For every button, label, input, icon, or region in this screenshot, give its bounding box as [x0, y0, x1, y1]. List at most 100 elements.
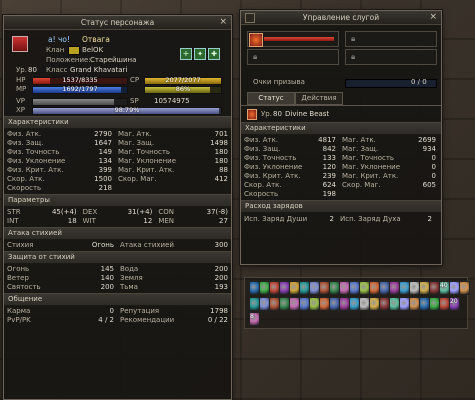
buff-icon[interactable]: 20: [449, 297, 460, 311]
param-value: 18: [67, 217, 77, 225]
stat-row: Скорость 218: [4, 184, 231, 193]
buff-badge: 40: [440, 282, 448, 289]
stat-label: Святость: [7, 283, 41, 291]
character-status-titlebar[interactable]: Статус персонажа ×: [4, 16, 231, 30]
class-label: Класс: [46, 66, 68, 74]
stat-label: Маг. Крит. Атк.: [118, 166, 175, 174]
attack-element-value: Огонь: [91, 241, 114, 249]
spirit-charge-label: Исп. Заряд Духа: [340, 215, 401, 223]
stat-row: Физ. Крит. Атк. 239 Маг. Крит. Атк. 0: [241, 172, 441, 181]
gear-icon[interactable]: ✦: [194, 48, 206, 60]
stat-value: [180, 184, 228, 193]
stat-row: Физ. Защ. 1647 Маг. Защ. 1498: [4, 139, 231, 148]
stat-label: Маг. Защ.: [118, 139, 155, 147]
servitor-slot-3[interactable]: 🔒︎: [247, 49, 339, 65]
params-table: STR 45(+4) DEX 31(+4) CON 37(-8) INT 18 WIT 12 MEN…: [4, 207, 231, 227]
attack-power-label: Атака стихией: [120, 241, 174, 249]
defense-table: Огонь 145 Вода 200 Ветер 140 Земля 200 Святость 2…: [4, 264, 231, 293]
servitor-tabs: Статус Действия: [241, 89, 441, 106]
soul-charge-value: 2: [329, 215, 334, 223]
tab-status[interactable]: Статус: [247, 92, 295, 105]
stat-label: Физ. Крит. Атк.: [7, 166, 64, 174]
stat-label: Скор. Маг.: [342, 181, 381, 189]
close-icon[interactable]: ×: [219, 16, 227, 29]
stat-label: Ветер: [7, 274, 29, 282]
buff-icon[interactable]: [459, 281, 470, 295]
window-title: Статус персонажа: [80, 18, 155, 27]
param-label: WIT: [82, 217, 96, 225]
stat-label: Физ. Точность: [244, 154, 297, 162]
stat-label: Физ. Точность: [7, 148, 60, 156]
stat-value: 934: [422, 145, 436, 153]
param-value: 37(-8): [206, 208, 228, 216]
lock-icon: 🔒︎: [351, 34, 356, 43]
stat-value: 0: [109, 307, 114, 315]
minimize-icon[interactable]: [245, 13, 255, 23]
stat-value: [406, 190, 436, 199]
hp-bar: 1537/8335: [32, 76, 128, 85]
stat-value: 2699: [418, 136, 436, 144]
stat-label: Маг. Уклонение: [342, 163, 401, 171]
plus-button[interactable]: +: [180, 48, 192, 60]
param-label: STR: [7, 208, 21, 216]
stat-value: 2790: [94, 130, 112, 138]
param-value: 12: [143, 217, 153, 225]
stat-row: Скор. Атк. 1500 Скор. Маг. 412: [4, 175, 231, 184]
buff-bar: 40 20 8: [244, 277, 470, 329]
stat-label: Скор. Маг.: [118, 175, 157, 183]
hp-label: HP: [16, 76, 26, 84]
stats-section-title: Характеристики: [4, 116, 231, 129]
param-row: STR 45(+4) DEX 31(+4) CON 37(-8): [4, 208, 231, 217]
stat-value: 180: [214, 157, 228, 165]
stat-row: PvP/PK 4 / 2 Рекомендации 0 / 22: [4, 316, 231, 325]
stat-value: 1647: [94, 139, 112, 147]
hero-icon[interactable]: ✚: [208, 48, 220, 60]
stat-value: 133: [322, 154, 336, 162]
stat-row: Скорость 198: [241, 190, 441, 199]
mp-bar: 1692/1797: [32, 85, 128, 94]
cp-value: 2077/2077: [165, 76, 201, 84]
stat-row: Физ. Точность 133 Маг. Точность 0: [241, 154, 441, 163]
stat-label: Огонь: [7, 265, 30, 273]
stat-row: Физ. Атк. 2790 Маг. Атк. 701: [4, 130, 231, 139]
position-label: Положение:: [46, 56, 91, 64]
servitor-slots: 🔒︎ 🔒︎ 🔒︎: [241, 25, 441, 77]
attack-element-label: Стихия: [7, 241, 34, 249]
stat-label: Физ. Защ.: [7, 139, 44, 147]
servitor-slot-2[interactable]: 🔒︎: [345, 31, 437, 47]
servitor-portrait-icon: [247, 109, 257, 120]
stat-label: Физ. Уклонение: [7, 157, 66, 165]
xp-bar: 98.79%: [32, 106, 222, 115]
servitor-slot-4[interactable]: 🔒︎: [345, 49, 437, 65]
servitor-slot-1[interactable]: [247, 31, 339, 47]
character-name: a! чо!: [48, 35, 71, 44]
param-label: MEN: [158, 217, 175, 225]
servitor-name: Divine Beast: [285, 110, 330, 118]
buff-icon[interactable]: 8: [249, 312, 260, 326]
param-label: DEX: [82, 208, 98, 216]
character-nickname: Отвага: [82, 35, 110, 44]
stat-label: Физ. Уклонение: [244, 163, 303, 171]
stat-value: 88: [219, 166, 228, 174]
servitor-portrait-icon: [249, 33, 263, 47]
attack-power-value: 300: [214, 241, 228, 249]
vp-bar: [32, 98, 128, 106]
stat-value: 4817: [318, 136, 336, 144]
sp-label: SP: [130, 97, 139, 105]
hp-value: 1537/8335: [62, 76, 98, 84]
stat-row: Ветер 140 Земля 200: [4, 274, 231, 283]
stat-row: Физ. Защ. 842 Маг. Защ. 934: [241, 145, 441, 154]
charges-row: Исп. Заряд Души 2 Исп. Заряд Духа 2: [241, 215, 441, 224]
summon-points: Очки призыва 0 / 0: [241, 77, 441, 89]
close-icon[interactable]: ×: [429, 11, 437, 24]
stat-label: Маг. Уклонение: [118, 157, 177, 165]
stat-value: 140: [100, 274, 114, 282]
level-label: Ур.: [16, 66, 27, 74]
stat-label: Скорость: [244, 190, 279, 198]
clan-badge-icon: [68, 46, 80, 55]
stat-label: Скор. Атк.: [244, 181, 282, 189]
defense-section-title: Защита от стихий: [4, 251, 231, 264]
stat-label: Маг. Атк.: [342, 136, 376, 144]
servitor-titlebar[interactable]: Управление слугой ×: [241, 11, 441, 25]
tab-actions[interactable]: Действия: [295, 92, 343, 105]
